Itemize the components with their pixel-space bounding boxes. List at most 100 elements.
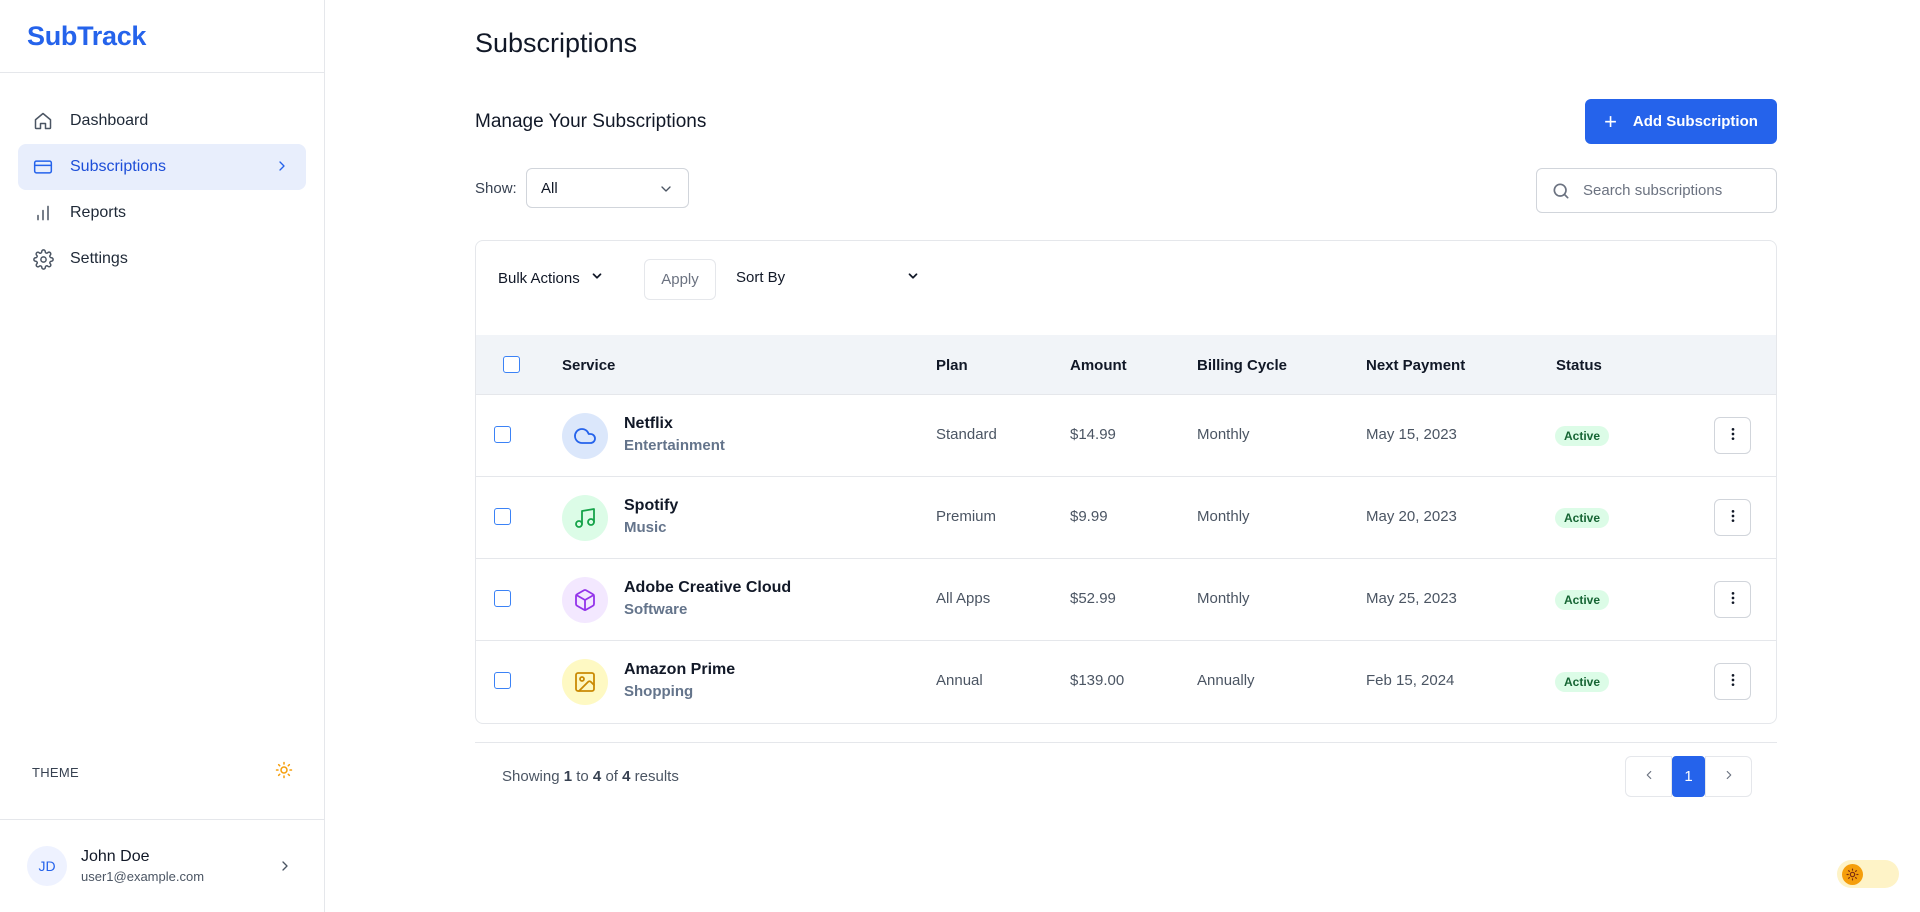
brand-logo[interactable]: SubTrack xyxy=(27,21,146,52)
sidebar-item-settings[interactable]: Settings xyxy=(18,236,306,282)
more-vertical-icon xyxy=(1725,590,1741,609)
amount-cell: $139.00 xyxy=(1070,672,1125,689)
add-subscription-button[interactable]: + Add Subscription xyxy=(1585,99,1777,144)
show-filter-select[interactable]: All xyxy=(526,168,689,208)
plus-icon: + xyxy=(1604,108,1617,134)
next-payment-cell: May 20, 2023 xyxy=(1366,508,1457,525)
image-icon xyxy=(562,659,608,705)
more-vertical-icon xyxy=(1725,426,1741,445)
avatar: JD xyxy=(27,846,67,886)
row-checkbox[interactable] xyxy=(494,672,511,689)
billing-cycle-cell: Monthly xyxy=(1197,508,1250,525)
apply-button[interactable]: Apply xyxy=(644,259,716,300)
chevron-right-icon xyxy=(1722,768,1736,786)
pagination-divider xyxy=(475,742,1777,743)
bulk-actions-label: Bulk Actions xyxy=(498,269,580,287)
service-category: Software xyxy=(624,601,688,618)
subscriptions-table-card: Bulk Actions Apply Sort By Service Plan … xyxy=(475,240,1777,724)
chevron-right-icon xyxy=(277,858,293,879)
column-header-status[interactable]: Status xyxy=(1556,357,1602,374)
plan-cell: Premium xyxy=(936,508,997,525)
amount-cell: $52.99 xyxy=(1070,590,1116,607)
next-payment-cell: May 25, 2023 xyxy=(1366,590,1457,607)
search-box xyxy=(1536,168,1777,213)
cube-icon xyxy=(562,577,608,623)
row-actions-button[interactable] xyxy=(1714,499,1751,536)
home-icon xyxy=(32,110,54,132)
bulk-actions-select[interactable]: Bulk Actions xyxy=(498,269,604,287)
chevron-down-icon xyxy=(590,269,604,287)
column-header-plan[interactable]: Plan xyxy=(936,357,968,374)
page-button-current[interactable]: 1 xyxy=(1672,756,1705,797)
theme-toggle[interactable] xyxy=(1837,860,1899,888)
column-header-service[interactable]: Service xyxy=(562,357,615,374)
user-info: John Doe user1@example.com xyxy=(81,848,204,884)
sidebar-nav: Dashboard Subscriptions Reports Settings xyxy=(0,98,324,282)
billing-cycle-cell: Annually xyxy=(1197,672,1255,689)
service-category: Shopping xyxy=(624,683,694,700)
service-category: Entertainment xyxy=(624,437,725,454)
status-badge: Active xyxy=(1555,508,1610,528)
show-label: Show: xyxy=(475,180,517,197)
table-row: Netflix Entertainment Standard $14.99 Mo… xyxy=(476,395,1776,477)
next-payment-cell: May 15, 2023 xyxy=(1366,426,1457,443)
next-payment-cell: Feb 15, 2024 xyxy=(1366,672,1455,689)
sidebar-item-label: Reports xyxy=(70,204,127,221)
showing-prefix: Showing xyxy=(502,768,560,785)
amount-cell: $9.99 xyxy=(1070,508,1108,525)
pagination: 1 xyxy=(1625,756,1752,797)
next-page-button[interactable] xyxy=(1705,756,1752,797)
select-all-checkbox[interactable] xyxy=(503,356,520,373)
sort-by-select[interactable]: Sort By xyxy=(736,269,920,286)
results-summary: Showing 1 to 4 of 4 results xyxy=(502,768,679,785)
sidebar: SubTrack Dashboard Subscriptions Reports xyxy=(0,0,325,912)
amount-cell: $14.99 xyxy=(1070,426,1116,443)
sun-icon xyxy=(1842,863,1863,885)
column-header-billing-cycle[interactable]: Billing Cycle xyxy=(1197,357,1287,374)
chevron-down-icon xyxy=(658,181,674,201)
row-checkbox[interactable] xyxy=(494,590,511,607)
user-profile[interactable]: JD John Doe user1@example.com xyxy=(0,819,325,912)
sidebar-item-dashboard[interactable]: Dashboard xyxy=(18,98,306,144)
previous-page-button[interactable] xyxy=(1625,756,1672,797)
sidebar-item-reports[interactable]: Reports xyxy=(18,190,306,236)
sort-by-label: Sort By xyxy=(736,269,786,286)
table-toolbar: Bulk Actions Apply Sort By xyxy=(476,241,1776,335)
more-vertical-icon xyxy=(1725,672,1741,691)
results-to: 4 xyxy=(592,768,602,785)
status-badge: Active xyxy=(1555,672,1610,692)
chevron-right-icon xyxy=(274,158,290,179)
sun-icon[interactable] xyxy=(275,761,293,784)
sidebar-item-label: Settings xyxy=(70,250,128,267)
search-input[interactable] xyxy=(1583,182,1753,199)
sidebar-item-subscriptions[interactable]: Subscriptions xyxy=(18,144,306,190)
row-checkbox[interactable] xyxy=(494,426,511,443)
status-badge: Active xyxy=(1555,426,1610,446)
row-actions-button[interactable] xyxy=(1714,663,1751,700)
bar-chart-icon xyxy=(32,202,54,224)
plan-cell: All Apps xyxy=(936,590,991,607)
showing-to-word: to xyxy=(576,768,589,785)
section-title: Manage Your Subscriptions xyxy=(475,111,707,132)
row-actions-button[interactable] xyxy=(1714,581,1751,618)
brand-header: SubTrack xyxy=(0,0,324,73)
status-badge: Active xyxy=(1555,590,1610,610)
service-name: Spotify xyxy=(624,497,679,514)
plan-cell: Standard xyxy=(936,426,997,443)
theme-label: THEME xyxy=(32,764,79,780)
billing-cycle-cell: Monthly xyxy=(1197,426,1250,443)
table-row: Spotify Music Premium $9.99 Monthly May … xyxy=(476,477,1776,559)
service-category: Music xyxy=(624,519,667,536)
column-header-amount[interactable]: Amount xyxy=(1070,357,1127,374)
plan-cell: Annual xyxy=(936,672,983,689)
row-actions-button[interactable] xyxy=(1714,417,1751,454)
sidebar-item-label: Dashboard xyxy=(70,112,149,129)
theme-row: THEME xyxy=(0,753,325,791)
column-header-next-payment[interactable]: Next Payment xyxy=(1366,357,1465,374)
search-icon xyxy=(1551,181,1571,201)
gear-icon xyxy=(32,248,54,270)
page-title: Subscriptions xyxy=(475,28,638,58)
row-checkbox[interactable] xyxy=(494,508,511,525)
chevron-down-icon xyxy=(906,269,920,287)
showing-results-word: results xyxy=(634,768,679,785)
